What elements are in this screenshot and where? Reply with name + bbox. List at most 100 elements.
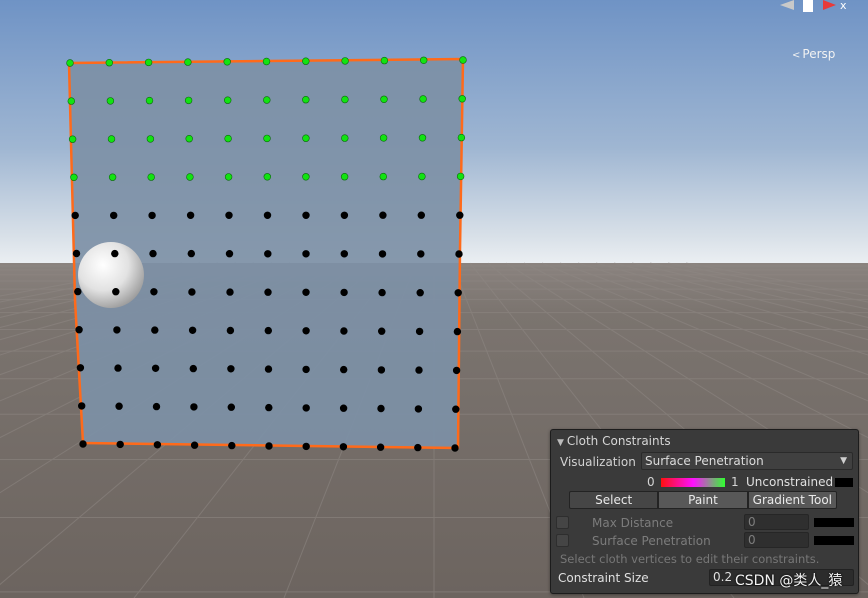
constrained-vertex[interactable] [457, 133, 466, 142]
constrained-vertex[interactable] [186, 173, 194, 181]
unconstrained-vertex[interactable] [378, 250, 387, 258]
surface-penetration-color[interactable] [814, 536, 854, 545]
constrained-vertex[interactable] [105, 58, 114, 67]
paint-tool-button[interactable]: Paint [658, 491, 748, 509]
unconstrained-vertex[interactable] [376, 443, 385, 451]
unconstrained-vertex[interactable] [340, 365, 348, 374]
unconstrained-vertex[interactable] [377, 404, 385, 413]
foldout-triangle-icon[interactable]: ▼ [557, 438, 564, 448]
constrained-vertex[interactable] [68, 135, 77, 143]
unconstrained-vertex[interactable] [76, 364, 85, 372]
constrained-vertex[interactable] [184, 96, 193, 105]
unconstrained-vertex[interactable] [456, 211, 464, 219]
unconstrained-vertex[interactable] [227, 365, 235, 373]
unconstrained-vertex[interactable] [114, 364, 122, 372]
constrained-vertex[interactable] [224, 134, 232, 143]
unconstrained-vertex[interactable] [112, 288, 120, 296]
constrained-vertex[interactable] [67, 97, 76, 105]
unconstrained-vertex[interactable] [113, 326, 121, 334]
constrained-vertex[interactable] [302, 134, 310, 142]
unconstrained-vertex[interactable] [452, 405, 460, 413]
unconstrained-vertex[interactable] [227, 403, 236, 411]
unconstrained-vertex[interactable] [302, 365, 310, 374]
constrained-vertex[interactable] [456, 172, 465, 181]
unconstrained-vertex[interactable] [263, 211, 272, 220]
unconstrained-vertex[interactable] [265, 442, 273, 450]
constrained-vertex[interactable] [341, 134, 349, 142]
unconstrained-vertex[interactable] [417, 250, 425, 258]
unconstrained-vertex[interactable] [264, 288, 272, 296]
unconstrained-vertex[interactable] [72, 249, 81, 258]
unconstrained-vertex[interactable] [190, 441, 199, 449]
constrained-vertex[interactable] [263, 173, 271, 181]
constrained-vertex[interactable] [107, 135, 116, 143]
unconstrained-vertex[interactable] [340, 250, 348, 258]
constrained-vertex[interactable] [145, 96, 154, 105]
unconstrained-vertex[interactable] [226, 288, 234, 296]
constrained-vertex[interactable] [459, 56, 467, 64]
constrained-vertex[interactable] [184, 58, 192, 66]
unconstrained-vertex[interactable] [150, 288, 158, 296]
unconstrained-vertex[interactable] [77, 402, 86, 410]
constrained-vertex[interactable] [302, 173, 310, 181]
unconstrained-vertex[interactable] [111, 249, 119, 258]
unconstrained-vertex[interactable] [225, 250, 234, 258]
constrained-vertex[interactable] [380, 56, 389, 65]
unconstrained-vertex[interactable] [302, 327, 310, 335]
max-distance-field[interactable]: 0 [744, 514, 809, 530]
constrained-vertex[interactable] [66, 59, 74, 67]
unconstrained-vertex[interactable] [149, 249, 157, 258]
unconstrained-vertex[interactable] [186, 211, 195, 220]
constrained-vertex[interactable] [418, 134, 427, 142]
unconstrained-vertex[interactable] [189, 364, 198, 373]
unconstrained-vertex[interactable] [417, 211, 425, 219]
unconstrained-vertex[interactable] [302, 404, 310, 412]
unconstrained-vertex[interactable] [416, 289, 424, 297]
unconstrained-vertex[interactable] [340, 288, 348, 297]
constrained-vertex[interactable] [419, 95, 427, 103]
unconstrained-vertex[interactable] [228, 441, 236, 450]
unconstrained-vertex[interactable] [75, 326, 83, 334]
constrained-vertex[interactable] [70, 173, 78, 182]
constrained-vertex[interactable] [302, 95, 310, 104]
unconstrained-vertex[interactable] [414, 443, 422, 452]
constrained-vertex[interactable] [379, 172, 387, 181]
unconstrained-vertex[interactable] [265, 403, 273, 412]
unconstrained-vertex[interactable] [378, 288, 386, 297]
gizmo-center-cube-icon[interactable] [803, 0, 813, 12]
constrained-vertex[interactable] [144, 58, 153, 67]
unconstrained-vertex[interactable] [302, 250, 310, 258]
unconstrained-vertex[interactable] [71, 211, 79, 220]
unconstrained-vertex[interactable] [455, 250, 463, 258]
unconstrained-vertex[interactable] [152, 402, 161, 411]
unconstrained-vertex[interactable] [452, 366, 461, 375]
unconstrained-vertex[interactable] [187, 249, 196, 258]
constrained-vertex[interactable] [458, 95, 466, 103]
unconstrained-vertex[interactable] [377, 366, 386, 374]
max-distance-color[interactable] [814, 518, 854, 527]
constrained-vertex[interactable] [263, 134, 271, 143]
visualization-dropdown[interactable]: Surface Penetration ▼ [641, 452, 853, 470]
constrained-vertex[interactable] [341, 95, 349, 104]
unconstrained-vertex[interactable] [115, 402, 123, 410]
unconstrained-vertex[interactable] [451, 444, 459, 452]
constrained-vertex[interactable] [224, 173, 233, 181]
constrained-vertex[interactable] [341, 57, 349, 65]
constrained-vertex[interactable] [380, 95, 388, 104]
projection-toggle[interactable]: < Persp [792, 47, 835, 61]
unconstrained-vertex[interactable] [415, 327, 424, 336]
surface-penetration-field[interactable]: 0 [744, 532, 809, 548]
select-tool-button[interactable]: Select [569, 491, 659, 509]
collider-sphere[interactable] [78, 242, 144, 308]
panel-header[interactable]: ▼ Cloth Constraints [557, 434, 858, 448]
constrained-vertex[interactable] [147, 173, 155, 181]
max-distance-checkbox[interactable] [556, 516, 569, 529]
constrained-vertex[interactable] [379, 134, 388, 142]
constrained-vertex[interactable] [146, 135, 155, 143]
unconstrained-vertex[interactable] [74, 287, 82, 296]
unconstrained-vertex[interactable] [414, 405, 423, 413]
constrained-vertex[interactable] [224, 96, 232, 104]
unconstrained-vertex[interactable] [340, 327, 348, 335]
unconstrained-vertex[interactable] [339, 404, 348, 412]
unconstrained-vertex[interactable] [379, 211, 387, 219]
